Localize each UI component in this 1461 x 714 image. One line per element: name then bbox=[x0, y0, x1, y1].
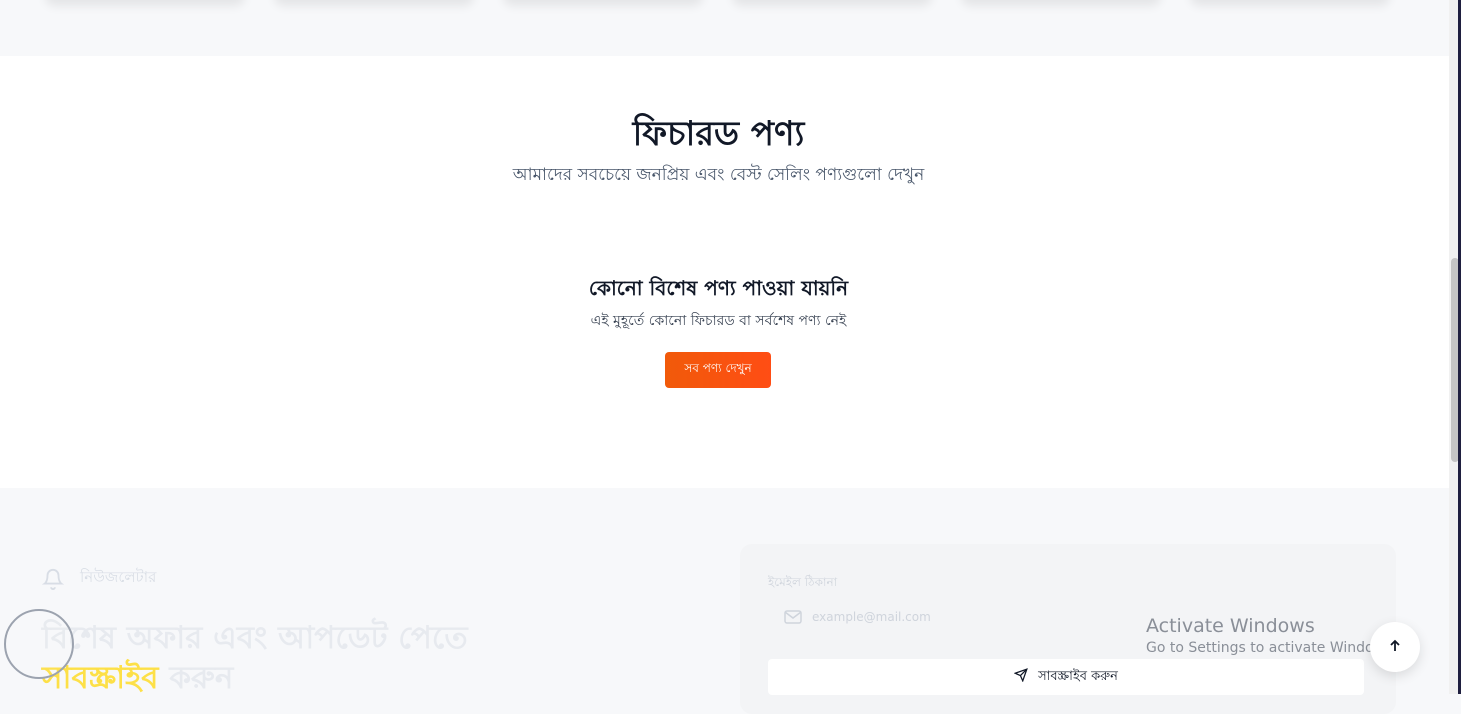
activate-windows-watermark: Activate Windows Go to Settings to activ… bbox=[1146, 614, 1397, 658]
view-all-products-button[interactable]: সব পণ্য দেখুন bbox=[665, 352, 771, 388]
floating-circle-button[interactable] bbox=[4, 609, 74, 679]
empty-state-text: এই মুহূর্তে কোনো ফিচারড বা সর্বশেষ পণ্য … bbox=[590, 313, 847, 329]
empty-state-title: কোনো বিশেষ পণ্য পাওয়া যায়নি bbox=[588, 276, 849, 300]
activate-windows-title: Activate Windows bbox=[1146, 615, 1315, 637]
newsletter-heading-part1: বিশেষ অফার এবং আপডেট পেতে bbox=[42, 620, 468, 656]
newsletter-heading-part2: করুন bbox=[169, 660, 234, 696]
mail-icon bbox=[784, 609, 802, 628]
activate-windows-subtitle: Go to Settings to activate Windows. bbox=[1146, 640, 1397, 656]
scroll-to-top-button[interactable] bbox=[1370, 622, 1420, 672]
featured-section: ফিচারড পণ্য আমাদের সবচেয়ে জনপ্রিয় এবং … bbox=[0, 56, 1449, 488]
bell-icon bbox=[42, 568, 64, 590]
arrow-up-icon bbox=[1388, 638, 1402, 657]
email-field[interactable]: example@mail.com bbox=[812, 610, 931, 624]
newsletter-badge: নিউজলেটার bbox=[42, 566, 156, 591]
top-strip bbox=[0, 0, 1449, 56]
newsletter-badge-label: নিউজলেটার bbox=[80, 568, 157, 586]
newsletter-heading: বিশেষ অফার এবং আপডেট পেতে সাবস্ক্রাইব কর… bbox=[42, 618, 662, 698]
email-label: ইমেইল ঠিকানা bbox=[768, 575, 838, 589]
subscribe-button[interactable]: সাবস্ক্রাইব করুন bbox=[768, 659, 1364, 695]
newsletter-section: নিউজলেটার বিশেষ অফার এবং আপডেট পেতে সাবস… bbox=[0, 488, 1449, 714]
featured-subtitle: আমাদের সবচেয়ে জনপ্রিয় এবং বেস্ট সেলিং … bbox=[512, 165, 925, 185]
featured-title: ফিচারড পণ্য bbox=[632, 114, 805, 154]
subscribe-button-label: সাবস্ক্রাইব করুন bbox=[1038, 668, 1118, 684]
send-icon bbox=[1013, 668, 1028, 686]
